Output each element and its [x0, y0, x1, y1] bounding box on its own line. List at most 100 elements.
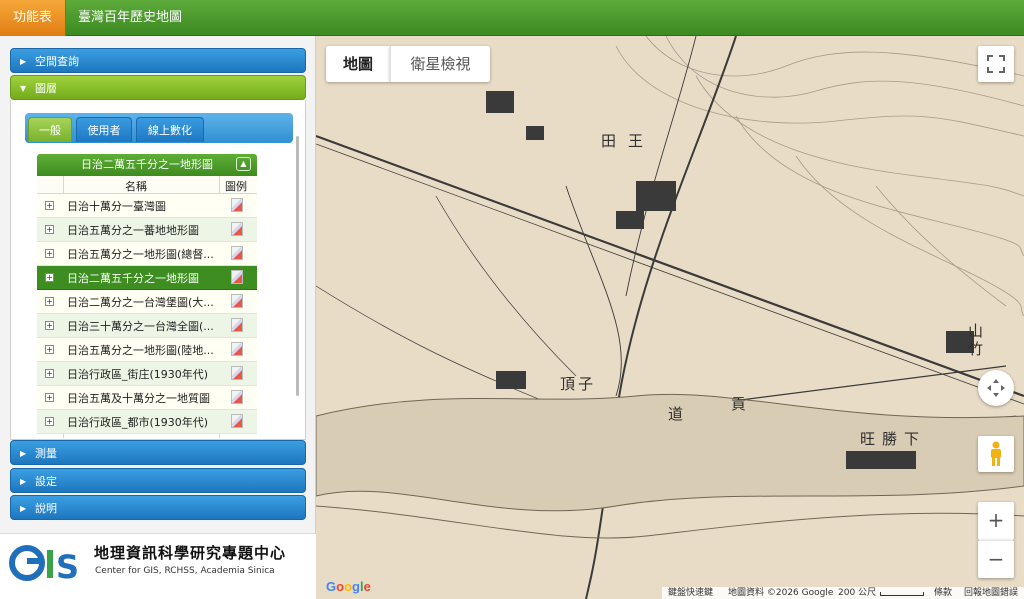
map-type-map-button[interactable]: 地圖	[326, 46, 390, 82]
keyboard-shortcuts-link[interactable]: 鍵盤快速鍵	[668, 587, 713, 599]
layer-group-header[interactable]: 日治二萬五千分之一地形圖 ▲	[37, 154, 257, 176]
camera-control-icon[interactable]	[978, 370, 1014, 406]
column-name: 名稱	[125, 180, 147, 193]
expand-plus-icon[interactable]: +	[45, 417, 54, 426]
layer-columns-header: 名稱 圖例	[37, 176, 257, 194]
tab-user[interactable]: 使用者	[76, 117, 132, 142]
svg-text:S: S	[56, 548, 79, 584]
chevron-down-icon: ▼	[20, 84, 27, 93]
layer-row[interactable]: + 日治五萬分之一蕃地地形圖	[37, 218, 257, 242]
map-canvas[interactable]: 王 田 竹 山 子 頂 貢 道 下 勝 旺 地圖 衛星檢視 + − Google…	[316, 36, 1024, 599]
map-place-label: 道	[668, 405, 683, 423]
tab-online-digitize[interactable]: 線上數化	[136, 117, 204, 142]
move-arrows-glyph	[987, 379, 1005, 397]
scale-label[interactable]: 200 公尺	[838, 587, 876, 599]
expand-plus-icon[interactable]: +	[45, 225, 54, 234]
logo-english-name: Center for GIS, RCHSS, Academia Sinica	[95, 566, 275, 576]
legend-icon[interactable]	[231, 222, 243, 236]
expand-plus-icon[interactable]: +	[45, 249, 54, 258]
legend-icon[interactable]	[231, 198, 243, 212]
historical-map-image: 王 田 竹 山 子 頂 貢 道 下 勝 旺	[316, 36, 1024, 599]
layer-row[interactable]: + 日治行政區_街庄(1930年代)	[37, 362, 257, 386]
layer-list: 日治二萬五千分之一地形圖 ▲ 名稱 圖例 + 日治十萬分一臺灣圖 + 日治五萬分之一…	[37, 154, 257, 438]
section-label: 圖層	[35, 82, 57, 95]
legend-icon[interactable]	[231, 270, 243, 284]
tab-general[interactable]: 一般	[28, 117, 72, 142]
layer-row[interactable]: + 日治二萬分之一台灣堡圖(大...	[37, 290, 257, 314]
section-settings[interactable]: ▶ 設定	[10, 468, 306, 493]
legend-icon[interactable]	[231, 366, 243, 380]
layer-name: 日治五萬及十萬分之一地質圖	[67, 392, 210, 405]
section-label: 設定	[35, 475, 57, 488]
layer-name: 日治三十萬分之一台灣全圖(...	[67, 320, 214, 333]
chevron-right-icon: ▶	[20, 449, 27, 458]
section-spatial-query[interactable]: ▶ 空間查詢	[10, 48, 306, 73]
layer-row-selected[interactable]: + 日治二萬五千分之一地形圖	[37, 266, 257, 290]
pegman-glyph	[991, 441, 1001, 466]
map-place-label: 田	[601, 132, 616, 150]
layer-row[interactable]: + 日治十萬分一臺灣圖	[37, 194, 257, 218]
legend-icon[interactable]	[231, 246, 243, 260]
scrollbar[interactable]	[296, 136, 299, 396]
gis-center-logo: S 地理資訊科學研究專題中心 Center for GIS, RCHSS, Ac…	[0, 533, 316, 599]
fullscreen-glyph	[987, 55, 1005, 73]
terms-link[interactable]: 條款	[934, 587, 952, 599]
layer-tab-bar: 一般 使用者 線上數化	[25, 113, 293, 143]
map-attribution-bar: 鍵盤快速鍵 地圖資料 ©2026 Google 200 公尺 條款 回報地圖錯誤	[662, 587, 1024, 599]
legend-icon[interactable]	[231, 390, 243, 404]
map-place-label: 竹	[968, 340, 983, 358]
map-place-label: 頂	[560, 375, 575, 393]
map-place-label: 子	[578, 375, 593, 393]
scale-bar	[880, 592, 924, 596]
map-data-attribution: 地圖資料 ©2026 Google	[728, 588, 834, 598]
layer-name: 日治十萬分一臺灣圖	[67, 200, 166, 213]
layer-group-title: 日治二萬五千分之一地形圖	[81, 158, 213, 171]
menu-button[interactable]: 功能表	[0, 0, 66, 36]
layer-row[interactable]: + 日治五萬分之一地形圖(陸地...	[37, 338, 257, 362]
expand-plus-icon[interactable]: +	[45, 345, 54, 354]
section-layers[interactable]: ▼ 圖層	[10, 75, 306, 100]
layer-name: 日治二萬分之一台灣堡圖(大...	[67, 296, 214, 309]
layer-row[interactable]: + 日治行政區_都市(1930年代)	[37, 410, 257, 434]
report-error-link[interactable]: 回報地圖錯誤	[964, 587, 1018, 599]
map-place-label: 旺	[860, 430, 875, 448]
logo-chinese-name: 地理資訊科學研究專題中心	[94, 544, 287, 562]
chevron-right-icon: ▶	[20, 477, 27, 486]
google-logo[interactable]: Google	[326, 579, 371, 594]
expand-plus-icon[interactable]: +	[45, 393, 54, 402]
layer-row[interactable]: + 日治五萬及十萬分之一地質圖	[37, 386, 257, 410]
map-place-label: 勝	[882, 430, 897, 448]
legend-icon[interactable]	[231, 414, 243, 428]
layer-name: 日治行政區_都市(1930年代)	[67, 416, 209, 429]
legend-icon[interactable]	[231, 342, 243, 356]
pegman-icon[interactable]	[978, 436, 1014, 472]
layer-row[interactable]: + 日治五萬分之一地形圖(總督...	[37, 242, 257, 266]
chevron-right-icon: ▶	[20, 504, 27, 513]
layer-name: 日治五萬分之一地形圖(總督...	[67, 248, 214, 261]
section-label: 空間查詢	[35, 55, 79, 68]
map-place-label: 下	[904, 430, 919, 448]
top-bar: 功能表 臺灣百年歷史地圖	[0, 0, 1024, 36]
zoom-out-button[interactable]: −	[978, 540, 1014, 578]
app-title: 臺灣百年歷史地圖	[78, 10, 183, 25]
map-place-label: 貢	[731, 395, 746, 413]
fullscreen-icon[interactable]	[978, 46, 1014, 82]
layer-row[interactable]: + 日治三十萬分之一台灣全圖(...	[37, 314, 257, 338]
expand-plus-icon[interactable]: +	[45, 321, 54, 330]
legend-icon[interactable]	[231, 318, 243, 332]
section-help[interactable]: ▶ 說明	[10, 495, 306, 520]
zoom-in-button[interactable]: +	[978, 502, 1014, 540]
map-place-label: 王	[628, 132, 643, 150]
collapse-up-icon[interactable]: ▲	[236, 157, 251, 171]
expand-plus-icon[interactable]: +	[45, 201, 54, 210]
section-label: 說明	[35, 502, 57, 515]
legend-icon[interactable]	[231, 294, 243, 308]
layer-name: 日治行政區_街庄(1930年代)	[67, 368, 209, 381]
expand-plus-icon[interactable]: +	[45, 369, 54, 378]
map-type-satellite-button[interactable]: 衛星檢視	[390, 46, 490, 82]
map-place-label: 山	[968, 322, 983, 340]
sidebar: ▶ 空間查詢 ▼ 圖層 一般 使用者 線上數化 日治二萬五千分之一地形圖 ▲ 名…	[0, 36, 316, 599]
expand-plus-icon[interactable]: +	[45, 297, 54, 306]
expand-plus-icon[interactable]: +	[45, 273, 54, 282]
section-measure[interactable]: ▶ 測量	[10, 440, 306, 465]
